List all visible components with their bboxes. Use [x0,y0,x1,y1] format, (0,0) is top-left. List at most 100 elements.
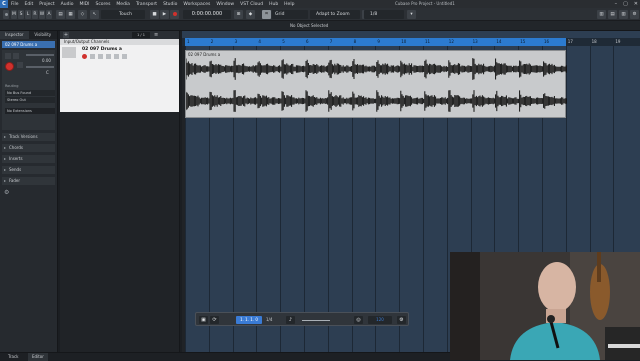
track-monitor-icon[interactable] [90,54,95,59]
ruler-bar-12[interactable]: 12 [449,38,454,46]
time-display[interactable]: 0:00:00.000 [183,10,231,19]
solo-icon[interactable] [13,53,19,59]
section-chords[interactable]: Chords [2,144,55,152]
ruler-bar-17[interactable]: 17 [568,38,573,46]
ruler-bar-13[interactable]: 13 [473,38,478,46]
mute-icon[interactable] [5,53,11,59]
ruler-bar-16[interactable]: 16 [544,38,549,46]
menu-hub[interactable]: Hub [266,2,281,7]
ruler-bar-14[interactable]: 14 [496,38,501,46]
transport-lock-icon[interactable]: ▣ [199,316,208,324]
menu-workspaces[interactable]: Workspaces [180,2,213,7]
menu-edit[interactable]: Edit [22,2,37,7]
menu-midi[interactable]: MIDI [76,2,92,7]
track-solo-icon[interactable] [106,54,111,59]
activate-project-button[interactable] [3,10,9,19]
tempo-display[interactable]: 120 [368,316,392,324]
ruler-bar-7[interactable]: 7 [330,38,333,46]
time-signature[interactable]: 1/4 [266,316,272,324]
ruler-bar-1[interactable]: 1 [187,38,190,46]
menu-project[interactable]: Project [36,2,57,7]
volume-slider[interactable] [26,54,54,56]
menu-vst-cloud[interactable]: VST Cloud [237,2,266,7]
zoom-mode-select[interactable]: Adapt to Zoom [310,10,360,19]
track-filter-icon[interactable]: ≡ [154,32,158,38]
tab-visibility[interactable]: Visibility [29,31,58,39]
section-inserts[interactable]: Inserts [2,155,55,163]
track-read-icon[interactable] [114,54,119,59]
transport-settings-icon[interactable]: ⚙ [397,316,406,324]
input-routing-select[interactable]: No Bus Found [5,90,55,96]
add-track-icon[interactable]: + [63,32,69,38]
track-name[interactable]: 02 097 Drums a [82,47,122,52]
ruler-bar-15[interactable]: 15 [520,38,525,46]
metronome-icon[interactable]: ♪ [286,316,295,324]
right-zone-icon[interactable]: ▦ [66,10,75,19]
menu-scores[interactable]: Scores [92,2,113,7]
layout-center-icon[interactable]: ▤ [608,10,617,19]
output-routing-select[interactable]: Stereo Out [5,97,55,103]
ruler-bar-9[interactable]: 9 [377,38,380,46]
section-sends[interactable]: Sends [2,166,55,174]
toggle-m-button[interactable]: M [11,10,17,19]
record-enable-icon[interactable] [5,62,14,71]
menu-window[interactable]: Window [213,2,237,7]
tab-inspector[interactable]: Inspector [0,31,29,39]
menu-media[interactable]: Media [113,2,133,7]
ruler-bar-11[interactable]: 11 [425,38,430,46]
toggle-r-button[interactable]: R [32,10,38,19]
extensions-select[interactable]: No Extensions [5,108,55,114]
quantize-select[interactable]: 1/8 [364,10,404,19]
inspector-track-name[interactable]: 02 097 Drums a [2,41,55,48]
toggle-s-button[interactable]: S [18,10,24,19]
minimize-icon[interactable]: – [615,0,618,8]
stop-icon[interactable]: ■ [150,10,159,19]
ruler-bar-19[interactable]: 19 [615,38,620,46]
layout-right-icon[interactable]: ▥ [619,10,628,19]
menu-help[interactable]: Help [281,2,297,7]
automation-mode-select[interactable]: Touch [101,10,145,19]
ruler-bar-2[interactable]: 2 [211,38,214,46]
grid-type-select[interactable]: Grid [272,10,308,19]
ruler-bar-4[interactable]: 4 [258,38,261,46]
transport-cycle-icon[interactable]: ⟳ [210,316,219,324]
audio-event[interactable]: 02 097 Drums a [185,50,567,118]
toggle-a-button[interactable]: A [46,10,52,19]
constrain-delay-icon[interactable]: ◇ [78,10,87,19]
track-mute-icon[interactable] [98,54,103,59]
menu-file[interactable]: File [8,2,22,7]
menu-transport[interactable]: Transport [133,2,160,7]
ruler-bar-8[interactable]: 8 [354,38,357,46]
tool-arrow-icon[interactable]: ↖ [90,10,99,19]
color-palette-icon[interactable]: ▾ [407,10,416,19]
snap-type-icon[interactable]: ◆ [246,10,255,19]
toggle-w-button[interactable]: W [39,10,45,19]
section-fader[interactable]: Fader [2,177,55,185]
tempo-track-icon[interactable]: ◎ [354,316,363,324]
cycle-range[interactable] [185,38,566,46]
snap-toggle-icon[interactable]: ⊞ [234,10,243,19]
settings-gear-icon[interactable]: ⚙ [630,10,639,19]
close-icon[interactable]: ✕ [634,0,638,8]
left-zone-icon[interactable]: ▤ [56,10,65,19]
ruler-bar-5[interactable]: 5 [282,38,285,46]
inspector-settings-icon[interactable]: ⚙ [4,189,53,196]
ruler-bar-6[interactable]: 6 [306,38,309,46]
transport-position[interactable]: 1. 1. 1. 0 [236,316,262,324]
menu-studio[interactable]: Studio [160,2,180,7]
layout-left-icon[interactable]: ▥ [597,10,606,19]
play-icon[interactable]: ▶ [160,10,169,19]
audio-track[interactable]: 02 097 Drums a [60,45,179,112]
track-write-icon[interactable] [122,54,127,59]
tempo-slider[interactable] [302,320,330,321]
toggle-l-button[interactable]: L [25,10,31,19]
grid-icon[interactable]: ⌗ [262,10,271,19]
monitor-icon[interactable] [17,62,23,68]
ruler-bar-10[interactable]: 10 [401,38,406,46]
ruler-bar-18[interactable]: 18 [592,38,597,46]
menu-audio[interactable]: Audio [58,2,77,7]
ruler-bar-3[interactable]: 3 [235,38,238,46]
record-icon[interactable] [170,10,179,19]
maximize-icon[interactable]: ▢ [623,0,628,8]
track-record-icon[interactable] [82,54,87,59]
